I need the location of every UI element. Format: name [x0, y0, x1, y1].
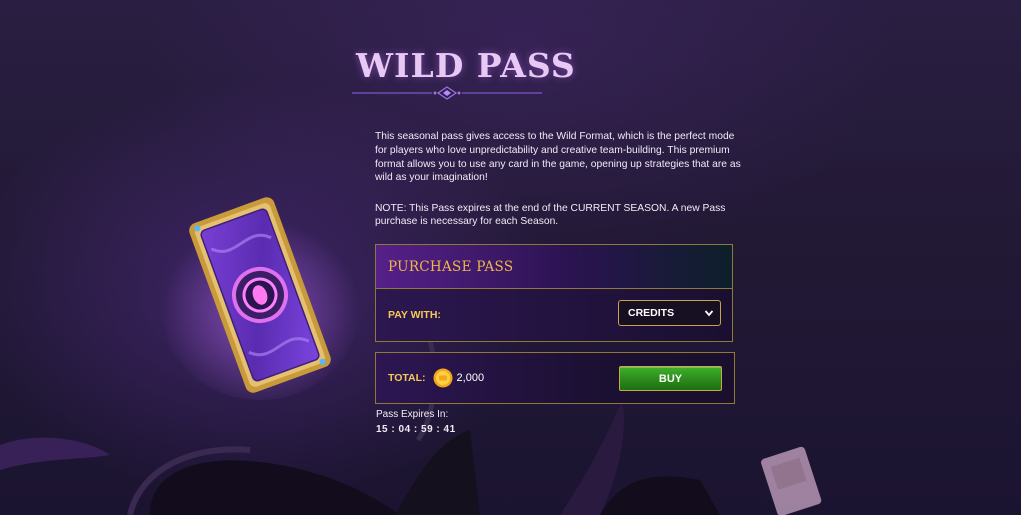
payment-method-select[interactable]: CREDITS [618, 300, 721, 326]
purchase-panel: PURCHASE PASS PAY WITH: CREDITS [375, 244, 733, 342]
page-title: WILD PASS [356, 46, 576, 85]
chevron-down-icon [704, 310, 714, 317]
pass-note: NOTE: This Pass expires at the end of th… [375, 203, 726, 227]
buy-button[interactable]: BUY [619, 366, 722, 391]
pass-description: This seasonal pass gives access to the W… [375, 131, 741, 184]
title-divider [352, 86, 542, 100]
credit-coin-icon [433, 368, 453, 388]
payment-method-value: CREDITS [628, 307, 675, 319]
pay-with-row: PAY WITH: CREDITS [376, 289, 732, 341]
purchase-header: PURCHASE PASS [376, 245, 732, 289]
ticket-icon [160, 197, 360, 400]
pay-with-label: PAY WITH: [388, 309, 441, 321]
total-panel: TOTAL: 2,000 BUY [375, 352, 735, 404]
total-label: TOTAL: [388, 372, 426, 384]
total-amount: 2,000 [456, 372, 485, 384]
purchase-title: PURCHASE PASS [388, 258, 514, 275]
expires-countdown: 15 : 04 : 59 : 41 [376, 424, 456, 435]
expires-label: Pass Expires In: [376, 409, 449, 420]
